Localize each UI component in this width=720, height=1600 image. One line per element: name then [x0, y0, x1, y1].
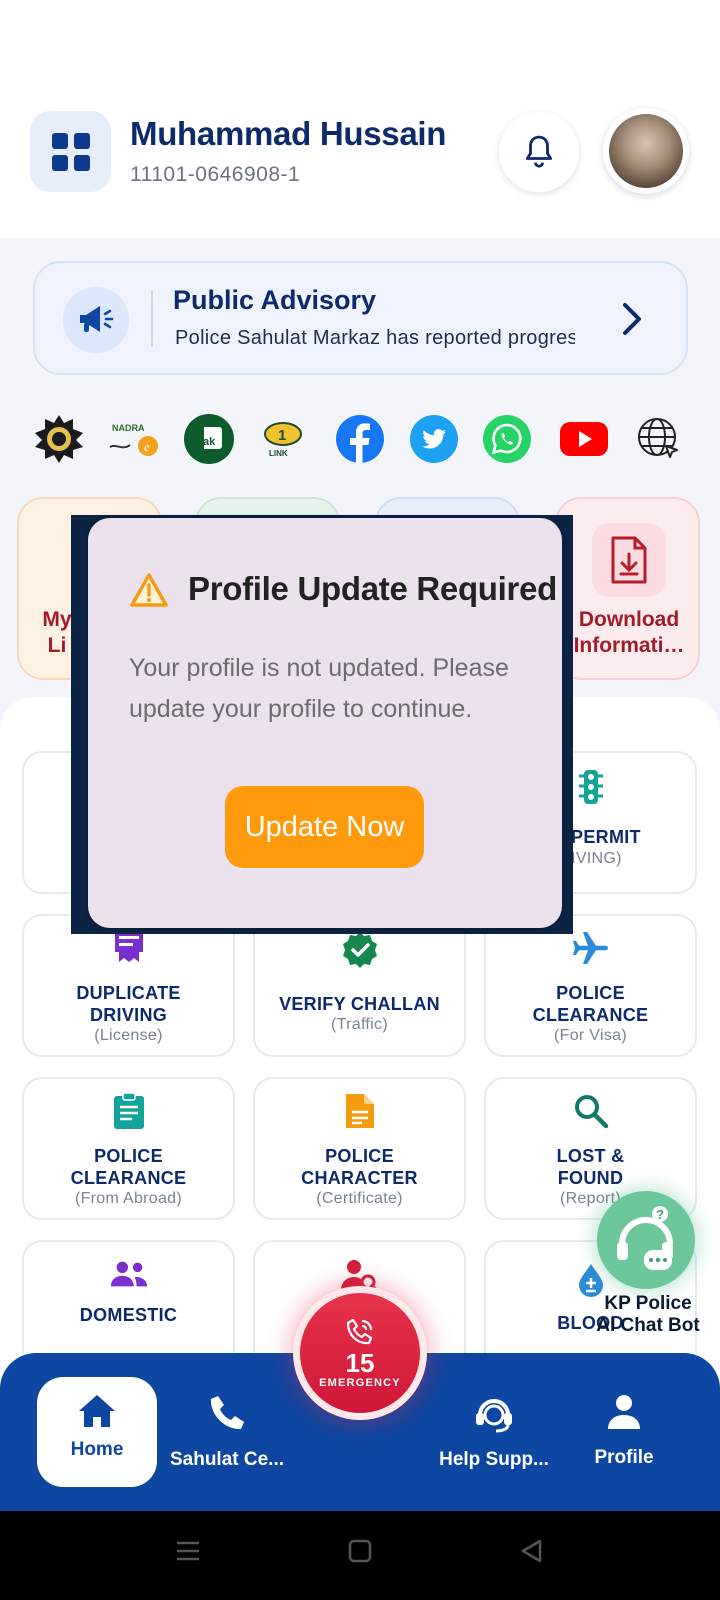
service-subtitle: (License) — [94, 1027, 163, 1044]
1link-logo[interactable]: 1 LINK — [256, 412, 310, 466]
svg-text:LINK: LINK — [269, 449, 288, 458]
service-card-verify-challan[interactable]: VERIFY CHALLAN (Traffic) — [253, 914, 466, 1057]
person-icon — [608, 1395, 640, 1429]
service-card-police-clearance-abroad[interactable]: POLICE CLEARANCE (From Abroad) — [22, 1077, 235, 1220]
service-subtitle: (From Abroad) — [74, 1190, 183, 1207]
megaphone-icon — [63, 287, 129, 353]
service-title: POLICE CLEARANCE — [70, 1146, 187, 1188]
nadra-logo[interactable]: NADRA e — [106, 412, 160, 466]
advisory-divider — [151, 291, 153, 347]
nav-home[interactable]: Home — [37, 1377, 157, 1487]
traffic-light-icon — [571, 767, 611, 807]
advisory-text: Police Sahulat Markaz has reported progr… — [175, 327, 575, 349]
clipboard-icon — [109, 1091, 149, 1131]
service-card-domestic[interactable]: DOMESTIC — [22, 1240, 235, 1353]
svg-text:NADRA: NADRA — [112, 423, 145, 433]
document-icon — [340, 1091, 380, 1131]
facebook-logo[interactable] — [333, 412, 387, 466]
svg-text:ak: ak — [203, 436, 216, 448]
document-download-icon — [592, 523, 666, 597]
headset-chat-icon: ? — [617, 1206, 673, 1270]
avatar[interactable] — [603, 108, 689, 194]
service-title: POLICE CHARACTER — [301, 1146, 418, 1188]
verified-badge-icon — [340, 930, 380, 970]
nav-help-support[interactable]: Help Supp... — [438, 1353, 550, 1511]
nav-home-label: Home — [70, 1439, 124, 1460]
emergency-label: EMERGENCY — [319, 1377, 401, 1389]
grid-menu-icon — [51, 132, 90, 171]
service-subtitle: (For Visa) — [554, 1027, 627, 1044]
public-advisory-banner[interactable]: Public Advisory Police Sahulat Markaz ha… — [33, 261, 688, 375]
service-title: DUPLICATE DRIVING — [76, 983, 181, 1025]
airplane-icon — [571, 928, 611, 968]
emergency-circle: 15 EMERGENCY — [300, 1293, 420, 1413]
service-title: DOMESTIC — [79, 1305, 178, 1325]
support-agent-icon — [476, 1399, 512, 1433]
download-information-card[interactable]: Download Informati… — [555, 497, 700, 680]
kp-police-logo[interactable] — [32, 412, 86, 466]
phone-call-icon — [346, 1318, 373, 1345]
user-name: Muhammad Hussain — [130, 115, 447, 152]
nav-profile-label: Profile — [594, 1447, 654, 1468]
update-now-button[interactable]: Update Now — [225, 786, 424, 868]
ai-chatbot-button[interactable]: ? — [597, 1191, 695, 1289]
twitter-logo[interactable] — [407, 412, 461, 466]
whatsapp-logo[interactable] — [480, 412, 534, 466]
service-title: VERIFY CHALLAN — [279, 994, 440, 1014]
profile-update-dialog: Profile Update Required Your profile is … — [88, 518, 562, 928]
dialog-title: Profile Update Required — [188, 570, 557, 607]
chatbot-label[interactable]: KP Police AI Chat Bot — [578, 1293, 718, 1337]
avatar-photo — [609, 114, 683, 188]
download-information-label: Download Informati… — [573, 608, 685, 657]
emergency-button[interactable]: 15 EMERGENCY — [293, 1286, 427, 1420]
partner-logos-row: NADRA e ak 1 LINK — [0, 412, 720, 472]
svg-text:1: 1 — [278, 427, 286, 444]
menu-button[interactable] — [30, 111, 111, 192]
recent-apps-icon[interactable] — [174, 1537, 202, 1565]
nav-help-label: Help Supp... — [439, 1449, 549, 1470]
search-icon — [571, 1091, 611, 1131]
service-card-duplicate-driving[interactable]: DUPLICATE DRIVING (License) — [22, 914, 235, 1057]
web-logo[interactable] — [632, 412, 686, 466]
nav-sahulat-center[interactable]: Sahulat Ce... — [168, 1353, 286, 1511]
service-subtitle: (Traffic) — [331, 1016, 388, 1033]
service-card-police-clearance-visa[interactable]: POLICE CLEARANCE (For Visa) — [484, 914, 697, 1057]
advisory-title: Public Advisory — [173, 285, 377, 315]
emergency-number: 15 — [345, 1348, 375, 1378]
notifications-button[interactable] — [499, 112, 579, 192]
nav-profile[interactable]: Profile — [574, 1353, 674, 1511]
phone-icon — [210, 1396, 244, 1430]
home-square-icon[interactable] — [346, 1537, 374, 1565]
people-icon — [109, 1254, 149, 1294]
back-triangle-icon[interactable] — [518, 1537, 546, 1565]
system-navigation-bar — [0, 1511, 720, 1600]
svg-text:?: ? — [656, 1207, 664, 1222]
home-icon — [79, 1395, 115, 1427]
user-cnic: 11101-0646908-1 — [130, 163, 301, 186]
service-subtitle: (Certificate) — [316, 1190, 403, 1207]
pak-id-logo[interactable]: ak — [182, 412, 236, 466]
service-title: LOST & FOUND — [556, 1146, 625, 1188]
bell-icon — [525, 135, 553, 168]
svg-text:e: e — [144, 439, 150, 454]
chevron-right-icon — [623, 303, 641, 335]
dialog-message: Your profile is not updated. Please upda… — [129, 654, 509, 723]
service-card-police-character[interactable]: POLICE CHARACTER (Certificate) — [253, 1077, 466, 1220]
nav-sahulat-label: Sahulat Ce... — [169, 1449, 285, 1470]
warning-icon — [130, 573, 168, 607]
youtube-logo[interactable] — [557, 412, 611, 466]
app-header: Muhammad Hussain 11101-0646908-1 — [0, 0, 720, 238]
service-title: POLICE CLEARANCE — [532, 983, 649, 1025]
